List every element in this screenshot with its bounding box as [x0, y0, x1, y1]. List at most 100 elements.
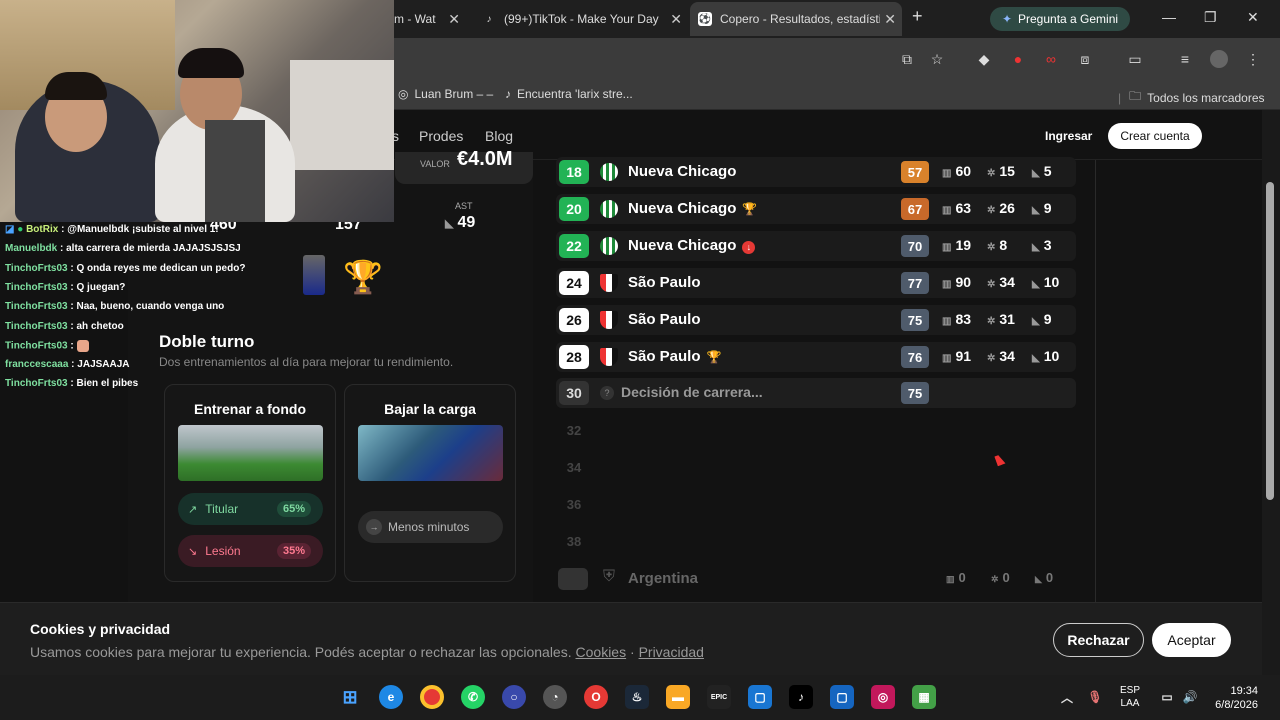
tab-tiktok[interactable]: ♪ (99+)TikTok - Make Your Day ✕ [474, 6, 688, 32]
chrome-icon[interactable] [420, 685, 444, 709]
login-link[interactable]: Ingresar [1045, 129, 1092, 143]
chat-username: TinchoFrts03 [5, 301, 68, 313]
cookies-link[interactable]: Cookies [576, 644, 627, 660]
matches-stat: ▥ 83 [942, 311, 972, 327]
extension-icon[interactable]: ◆ [975, 50, 993, 68]
card-entrenar-a-fondo[interactable]: Entrenar a fondo ↗ Titular 65% ↘ Lesión … [164, 384, 336, 582]
minimize-button[interactable]: — [1162, 9, 1176, 25]
accept-cookies-button[interactable]: Aceptar [1152, 623, 1231, 657]
boot-icon: ◣ [1032, 316, 1040, 327]
steam-ring-icon[interactable]: ◔ [543, 685, 567, 709]
card-bajar-la-carga[interactable]: Bajar la carga → Menos minutos [344, 384, 516, 582]
career-row[interactable]: 26 São Paulo 75 ▥ 83 ✲ 31 ◣ 9 [556, 305, 1076, 335]
career-row[interactable]: 28 São Paulo 🏆 76 ▥ 91 ✲ 34 ◣ 10 [556, 342, 1076, 372]
option-lesion[interactable]: ↘ Lesión 35% [178, 535, 323, 567]
tab-label: Copero - Resultados, estadísti [720, 12, 880, 26]
microphone-icon[interactable]: 🎙 [1083, 685, 1107, 709]
media-control-icon[interactable]: ≡ [1176, 50, 1194, 68]
privacy-link[interactable]: Privacidad [639, 644, 704, 660]
nav-link-prodes[interactable]: Prodes [419, 128, 463, 144]
all-bookmarks-button[interactable]: | 🗀 Todos los marcadores [1118, 87, 1265, 108]
career-row[interactable]: 22 Nueva Chicago ↓ 70 ▥ 19 ✲ 8 ◣ 3 [556, 231, 1076, 261]
new-tab-button[interactable]: + [912, 6, 923, 27]
reject-cookies-button[interactable]: Rechazar [1053, 623, 1144, 657]
tab-youtube[interactable]: m - Wat ✕ [394, 6, 466, 32]
chat-message: TinchoFrts03 : Naa, bueno, cuando venga … [5, 301, 225, 313]
stream-chat: ◪ ● BotRix : @Manuelbdk ¡subiste al nive… [0, 222, 245, 402]
career-row-pending[interactable]: 30 ? Decisión de carrera... 75 [556, 378, 1076, 408]
boot-icon: ◣ [1032, 242, 1040, 253]
option-menos-minutos[interactable]: → Menos minutos [358, 511, 503, 543]
page-scrollbar[interactable] [1262, 110, 1280, 675]
card-title: Bajar la carga [384, 401, 476, 417]
close-window-button[interactable]: ✕ [1247, 9, 1259, 26]
tiktok-icon[interactable]: ♪ [789, 685, 813, 709]
instagram-icon[interactable]: ◎ [871, 685, 895, 709]
system-clock[interactable]: 19:34 6/8/2026 [1206, 684, 1258, 712]
language-indicator[interactable]: ESP LAA [1120, 684, 1140, 710]
arrow-down-icon: ↓ [742, 241, 756, 254]
chat-message: franccescaaa : JAJSAAJA [5, 359, 130, 371]
future-age: 38 [566, 534, 582, 549]
club-crest-icon [600, 274, 618, 292]
tab-copero[interactable]: ⚽ Copero - Resultados, estadísti ✕ [690, 2, 902, 36]
app-green-icon[interactable]: ▦ [912, 685, 936, 709]
bookmark-star-icon[interactable]: ☆ [928, 50, 946, 68]
gemini-icon: ✦ [1001, 12, 1012, 26]
chat-username: TinchoFrts03 [5, 281, 68, 293]
club-crest-icon [600, 311, 618, 329]
career-row[interactable]: 24 São Paulo 77 ▥ 90 ✲ 34 ◣ 10 [556, 268, 1076, 298]
extension-glasses-icon[interactable]: ∞ [1042, 50, 1060, 68]
signup-button[interactable]: Crear cuenta [1108, 123, 1202, 149]
verified-icon: ● [17, 224, 24, 235]
divider: | [1118, 90, 1122, 105]
career-row[interactable]: 18 Nueva Chicago 57 ▥ 60 ✲ 15 ◣ 5 [556, 157, 1076, 187]
jersey-icon: ▥ [942, 168, 952, 179]
maximize-button[interactable]: ❐ [1204, 9, 1217, 26]
bookmark-larix[interactable]: ♪ Encuentra 'larix stre... [505, 87, 633, 101]
jersey-icon: ▥ [942, 316, 952, 327]
option-titular[interactable]: ↗ Titular 65% [178, 493, 323, 525]
epic-games-icon[interactable]: EPIC [707, 685, 731, 709]
chat-text: Q juegan? [76, 281, 126, 293]
whatsapp-icon[interactable]: ✆ [461, 685, 485, 709]
chat-username: TinchoFrts03 [5, 340, 68, 352]
trend-up-icon: ↗ [188, 503, 198, 516]
edge-icon[interactable]: e [379, 685, 403, 709]
nav-link-blog[interactable]: Blog [485, 128, 513, 144]
windows-start-icon[interactable]: ⊞ [338, 685, 362, 709]
boot-icon: ◣ [1032, 205, 1040, 216]
extension-red-icon[interactable]: ● [1009, 50, 1027, 68]
ball-icon: ✲ [987, 279, 996, 290]
chevron-up-icon[interactable]: ︿ [1055, 685, 1079, 709]
extensions-puzzle-icon[interactable]: ⧈ [1076, 50, 1094, 68]
rating-badge: 67 [901, 198, 929, 220]
bookmark-luan-brum[interactable]: ◎ Luan Brum – – [398, 87, 493, 101]
career-row[interactable]: 20 Nueva Chicago 🏆 67 ▥ 63 ✲ 26 ◣ 9 [556, 194, 1076, 224]
club-crest-icon [600, 200, 618, 218]
close-tab-icon[interactable]: ✕ [670, 11, 682, 28]
goals-stat: ✲ 34 [987, 348, 1015, 364]
scrollbar-thumb[interactable] [1266, 182, 1274, 500]
app-window-icon[interactable]: ▢ [830, 685, 854, 709]
goals-stat: ✲ 26 [987, 200, 1015, 216]
close-tab-icon[interactable]: ✕ [448, 11, 460, 28]
close-tab-icon[interactable]: ✕ [884, 11, 896, 28]
gemini-button[interactable]: ✦ Pregunta a Gemini [990, 7, 1130, 31]
trophy-cup-icon [303, 255, 325, 295]
app-ring-icon[interactable]: ○ [502, 685, 526, 709]
network-icon[interactable]: ▭ [1155, 685, 1179, 709]
chat-username: TinchoFrts03 [5, 320, 68, 332]
opera-icon[interactable]: O [584, 685, 608, 709]
file-explorer-icon[interactable]: ▬ [666, 685, 690, 709]
age-badge: 28 [559, 345, 589, 369]
app-blue-icon[interactable]: ▢ [748, 685, 772, 709]
profile-avatar-icon[interactable] [1210, 50, 1228, 68]
volume-icon[interactable]: 🔊 [1178, 685, 1202, 709]
lesion-percent: 35% [276, 543, 311, 559]
menu-kebab-icon[interactable]: ⋮ [1244, 50, 1262, 68]
install-app-icon[interactable]: ⧉ [898, 50, 916, 68]
argentina-flag-icon [558, 568, 588, 590]
reading-list-icon[interactable]: ▭ [1126, 50, 1144, 68]
steam-icon[interactable]: ♨ [625, 685, 649, 709]
